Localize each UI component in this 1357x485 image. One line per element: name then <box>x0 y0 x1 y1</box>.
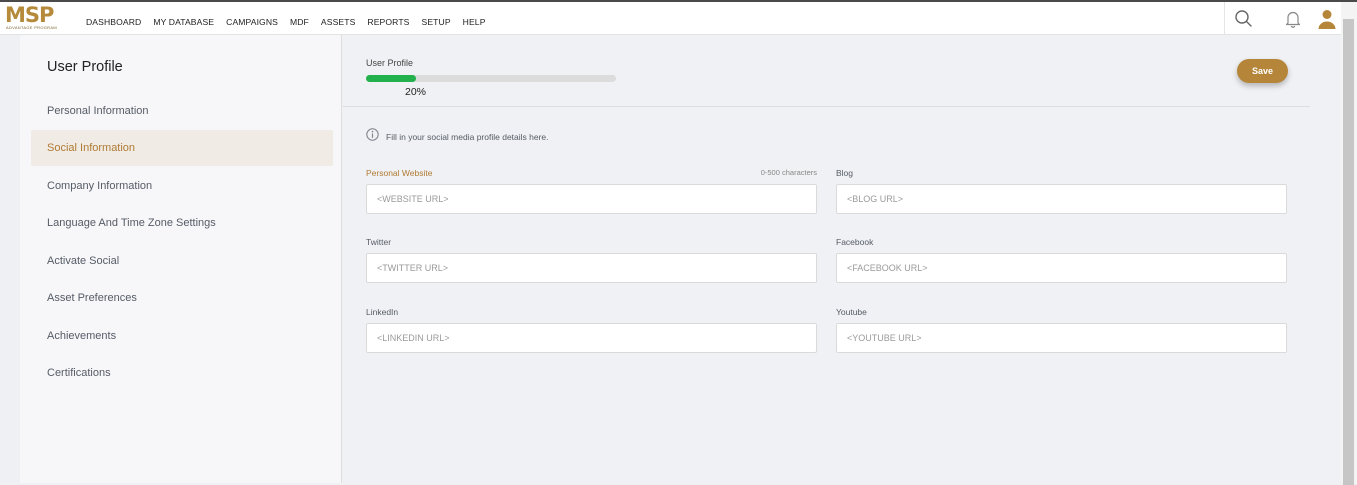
field-linkedin: LinkedIn <box>366 307 817 353</box>
sidebar-item-activate-social[interactable]: Activate Social <box>31 243 333 279</box>
field-twitter: Twitter <box>366 237 817 283</box>
linkedin-label: LinkedIn <box>366 307 399 317</box>
info-text: Fill in your social media profile detail… <box>386 132 549 142</box>
msp-logo[interactable]: MSP ADVANTAGE PROGRAM <box>5 5 67 31</box>
personal-website-label: Personal Website <box>366 168 433 178</box>
youtube-input[interactable] <box>836 323 1287 353</box>
bell-icon[interactable] <box>1282 8 1304 30</box>
sidebar-gutter <box>0 35 20 483</box>
progress-label: User Profile <box>366 58 414 68</box>
header-divider <box>1224 2 1225 34</box>
content-divider <box>343 106 1310 107</box>
vertical-scrollbar[interactable] <box>1341 2 1357 485</box>
top-header: MSP ADVANTAGE PROGRAM DASHBOARD MY DATAB… <box>0 2 1341 35</box>
nav-mdf[interactable]: MDF <box>290 17 309 27</box>
field-facebook: Facebook <box>836 237 1287 283</box>
sidebar-item-achievements[interactable]: Achievements <box>31 318 333 354</box>
nav-assets[interactable]: ASSETS <box>321 17 356 27</box>
nav-dashboard[interactable]: DASHBOARD <box>86 17 141 27</box>
field-blog: Blog <box>836 168 1287 214</box>
sidebar-title: User Profile <box>47 59 123 75</box>
progress-percent: 20% <box>405 86 427 98</box>
field-youtube: Youtube <box>836 307 1287 353</box>
logo-subtitle: ADVANTAGE PROGRAM <box>6 25 57 30</box>
sidebar-item-language-timezone[interactable]: Language And Time Zone Settings <box>31 205 333 241</box>
facebook-label: Facebook <box>836 237 874 247</box>
nav-campaigns[interactable]: CAMPAIGNS <box>226 17 278 27</box>
main-content: User Profile 20% Save Fill in your socia… <box>343 35 1341 483</box>
personal-website-input[interactable] <box>366 184 817 214</box>
nav-help[interactable]: HELP <box>463 17 486 27</box>
linkedin-input[interactable] <box>366 323 817 353</box>
twitter-label: Twitter <box>366 237 392 247</box>
profile-sidebar: User Profile Personal Information Social… <box>20 35 342 483</box>
search-icon[interactable] <box>1233 8 1255 30</box>
nav-reports[interactable]: REPORTS <box>367 17 409 27</box>
twitter-input[interactable] <box>366 253 817 283</box>
save-button[interactable]: Save <box>1237 59 1288 83</box>
scrollbar-thumb[interactable] <box>1343 19 1354 485</box>
sidebar-item-certifications[interactable]: Certifications <box>31 355 333 391</box>
sidebar-item-asset-preferences[interactable]: Asset Preferences <box>31 280 333 316</box>
nav-setup[interactable]: SETUP <box>422 17 451 27</box>
facebook-input[interactable] <box>836 253 1287 283</box>
sidebar-item-personal-information[interactable]: Personal Information <box>31 93 333 129</box>
info-message: Fill in your social media profile detail… <box>366 128 549 146</box>
progress-fill <box>366 75 416 82</box>
youtube-label: Youtube <box>836 307 867 317</box>
profile-progress-bar <box>366 75 616 82</box>
field-personal-website: Personal Website 0-500 characters <box>366 168 817 214</box>
user-avatar-icon[interactable] <box>1316 8 1338 30</box>
character-limit-hint: 0-500 characters <box>760 168 817 177</box>
sidebar-item-social-information[interactable]: Social Information <box>31 130 333 166</box>
info-icon <box>366 128 379 146</box>
blog-input[interactable] <box>836 184 1287 214</box>
main-nav: DASHBOARD MY DATABASE CAMPAIGNS MDF ASSE… <box>86 17 498 27</box>
blog-label: Blog <box>836 168 854 178</box>
nav-my-database[interactable]: MY DATABASE <box>153 17 214 27</box>
sidebar-item-company-information[interactable]: Company Information <box>31 168 333 204</box>
logo-mark: MSP <box>5 3 54 27</box>
